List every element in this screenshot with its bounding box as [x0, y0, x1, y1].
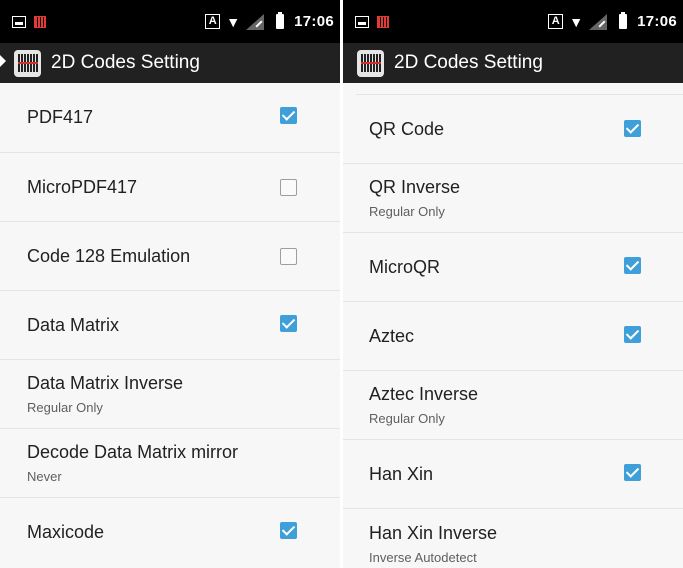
app-bar: 2D Codes Setting [343, 43, 683, 83]
aztec-checkbox[interactable] [624, 326, 641, 343]
wifi-icon: ▼ [226, 13, 241, 30]
code128-emulation-checkbox[interactable] [280, 248, 297, 265]
list-item-title: PDF417 [27, 107, 94, 127]
micropdf417-checkbox[interactable] [280, 179, 297, 196]
battery-icon [276, 12, 285, 29]
list-item-title: Data Matrix Inverse [27, 373, 184, 393]
settings-list: QR Code QR Inverse Regular Only MicroQR … [343, 94, 683, 568]
list-item-summary: Never [27, 469, 62, 484]
wifi-icon: ▼ [569, 13, 584, 30]
list-item-title: QR Code [369, 118, 445, 139]
right-screen: A ▼ 17:06 2D Codes Setting QR Code QR In… [343, 0, 683, 568]
list-item-aztec-inverse[interactable]: Aztec Inverse Regular Only [343, 371, 683, 440]
list-item-title: Maxicode [27, 522, 105, 542]
han-xin-checkbox[interactable] [624, 464, 641, 481]
list-item-qr-inverse[interactable]: QR Inverse Regular Only [343, 164, 683, 233]
list-item-aztec[interactable]: Aztec [343, 302, 683, 371]
list-item-summary: Regular Only [369, 204, 445, 219]
list-item-han-xin[interactable]: Han Xin [343, 440, 683, 509]
list-item-micropdf417[interactable]: MicroPDF417 [0, 153, 340, 222]
image-icon [12, 15, 26, 28]
list-item-pdf417[interactable]: PDF417 [0, 83, 340, 153]
signal-icon [246, 13, 265, 30]
app-bar: 2D Codes Setting [0, 43, 340, 83]
page-title: 2D Codes Setting [394, 52, 543, 73]
list-item-data-matrix-inverse[interactable]: Data Matrix Inverse Regular Only [0, 360, 340, 429]
list-item-han-xin-inverse[interactable]: Han Xin Inverse Inverse Autodetect [343, 509, 683, 568]
list-item-title: MicroQR [369, 256, 440, 277]
list-item-title: QR Inverse [369, 177, 461, 197]
left-screen: A ▼ 17:06 2D Codes Setting PDF417 MicroP… [0, 0, 340, 568]
barcode-app-icon[interactable] [14, 49, 41, 77]
list-item-title: Data Matrix [27, 314, 120, 335]
input-method-icon: A [205, 14, 221, 29]
list-item-code128-emulation[interactable]: Code 128 Emulation [0, 222, 340, 291]
list-item-microqr[interactable]: MicroQR [343, 233, 683, 302]
page-title: 2D Codes Setting [51, 52, 200, 73]
settings-list: PDF417 MicroPDF417 Code 128 Emulation Da… [0, 83, 340, 567]
list-item-summary: Regular Only [369, 411, 445, 426]
status-bar: A ▼ 17:06 [0, 0, 340, 43]
pdf417-checkbox[interactable] [280, 107, 297, 124]
list-item-maxicode[interactable]: Maxicode [0, 498, 340, 567]
list-item-title: Decode Data Matrix mirror [27, 442, 239, 462]
barcode-app-icon[interactable] [357, 49, 384, 77]
barcode-notification-icon [377, 15, 389, 28]
image-icon [355, 15, 369, 28]
data-matrix-checkbox[interactable] [280, 315, 297, 332]
battery-icon [619, 12, 628, 29]
input-method-icon: A [548, 14, 564, 29]
list-item-title: Han Xin [369, 463, 434, 484]
status-time: 17:06 [637, 13, 677, 30]
list-item-title: Aztec Inverse [369, 384, 479, 404]
qr-code-checkbox[interactable] [624, 120, 641, 137]
list-item-decode-data-matrix-mirror[interactable]: Decode Data Matrix mirror Never [0, 429, 340, 498]
status-bar: A ▼ 17:06 [343, 0, 683, 43]
back-arrow-icon[interactable] [0, 55, 6, 67]
list-item-title: Aztec [369, 325, 415, 346]
barcode-notification-icon [34, 15, 46, 28]
status-time: 17:06 [294, 13, 334, 30]
list-item-title: MicroPDF417 [27, 176, 138, 197]
list-item-title: Code 128 Emulation [27, 245, 191, 266]
signal-icon [589, 13, 608, 30]
maxicode-checkbox[interactable] [280, 522, 297, 539]
list-item-title: Han Xin Inverse [369, 522, 498, 543]
list-item-summary: Inverse Autodetect [369, 549, 477, 565]
list-item-data-matrix[interactable]: Data Matrix [0, 291, 340, 360]
list-item-summary: Regular Only [27, 400, 103, 415]
microqr-checkbox[interactable] [624, 257, 641, 274]
list-item-qr-code[interactable]: QR Code [343, 95, 683, 164]
